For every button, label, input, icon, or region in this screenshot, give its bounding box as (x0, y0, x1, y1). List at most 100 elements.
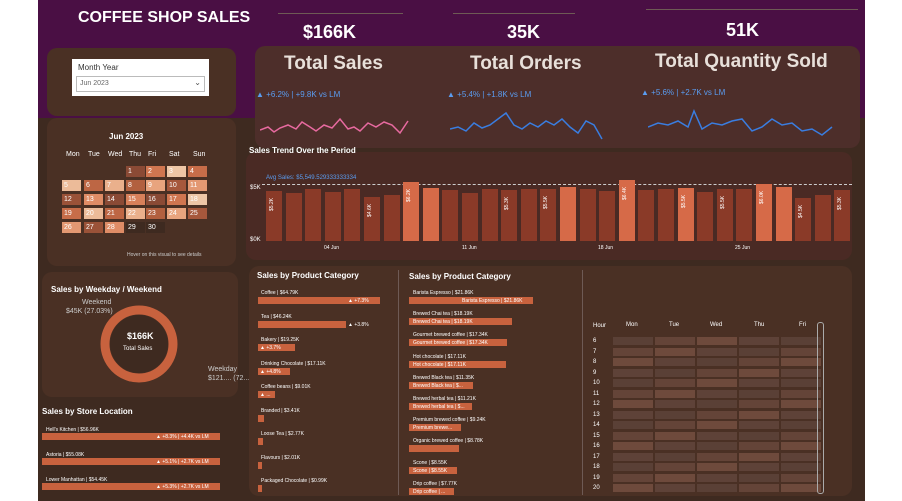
heatmap-cell[interactable] (739, 431, 779, 440)
heatmap-cell[interactable] (739, 347, 779, 356)
heatmap-cell[interactable] (613, 410, 653, 419)
month-dropdown[interactable]: Jun 2023 ⌄ (76, 76, 205, 92)
heatmap-cell[interactable] (613, 379, 653, 387)
calendar-date-11[interactable]: 11 (188, 180, 207, 191)
heatmap-cell[interactable] (697, 442, 737, 450)
heatmap-cell[interactable] (739, 358, 779, 366)
heatmap-cell[interactable] (781, 389, 821, 398)
trend-bar[interactable] (422, 187, 439, 241)
heatmap-cell[interactable] (613, 358, 653, 366)
trend-bar[interactable] (638, 190, 655, 241)
heatmap-cell[interactable] (613, 463, 653, 471)
heatmap-cell[interactable] (613, 473, 653, 482)
heatmap-cell[interactable] (613, 431, 653, 440)
heatmap-cell[interactable] (739, 484, 779, 492)
heatmap-cell[interactable] (781, 410, 821, 419)
calendar-date-30[interactable]: 30 (146, 222, 165, 233)
heatmap-cell[interactable] (655, 452, 695, 461)
calendar-date-16[interactable]: 16 (146, 194, 165, 205)
heatmap-cell[interactable] (655, 347, 695, 356)
heatmap-cell[interactable] (613, 442, 653, 450)
heatmap-cell[interactable] (655, 379, 695, 387)
heatmap-cell[interactable] (781, 347, 821, 356)
calendar-date-13[interactable]: 13 (84, 194, 103, 205)
trend-bar[interactable] (383, 195, 400, 241)
heatmap-cell[interactable] (739, 389, 779, 398)
calendar-date-22[interactable]: 22 (126, 208, 145, 219)
heatmap-cell[interactable] (655, 358, 695, 366)
calendar-date-17[interactable]: 17 (167, 194, 186, 205)
trend-bar[interactable] (520, 188, 537, 241)
trend-bar[interactable] (462, 193, 478, 241)
trend-bar[interactable] (324, 192, 341, 241)
calendar-date-21[interactable]: 21 (105, 208, 124, 219)
heatmap-cell[interactable] (697, 452, 737, 461)
heatmap-cell[interactable] (697, 484, 737, 492)
heatmap-cell[interactable] (781, 463, 821, 471)
trend-bar[interactable] (697, 192, 714, 241)
calendar-date-27[interactable]: 27 (84, 222, 103, 233)
heatmap-cell[interactable] (739, 421, 779, 429)
calendar-date-3[interactable]: 3 (167, 166, 186, 177)
heatmap-cell[interactable] (655, 400, 695, 408)
calendar-date-10[interactable]: 10 (167, 180, 186, 191)
heatmap-cell[interactable] (697, 400, 737, 408)
category-bar[interactable] (258, 414, 265, 422)
heatmap-cell[interactable] (739, 368, 779, 377)
calendar-date-15[interactable]: 15 (126, 194, 145, 205)
trend-bar[interactable] (736, 188, 753, 241)
heatmap-scrollbar[interactable] (817, 322, 824, 494)
heatmap-cell[interactable] (697, 463, 737, 471)
calendar-date-18[interactable]: 18 (188, 194, 207, 205)
heatmap-cell[interactable] (655, 463, 695, 471)
heatmap-cell[interactable] (613, 421, 653, 429)
heatmap-cell[interactable] (739, 473, 779, 482)
heatmap-cell[interactable] (697, 389, 737, 398)
trend-bar[interactable] (344, 188, 361, 241)
heatmap-cell[interactable] (781, 368, 821, 377)
heatmap-cell[interactable] (613, 484, 653, 492)
heatmap-cell[interactable] (739, 337, 779, 345)
heatmap-cell[interactable] (697, 410, 737, 419)
calendar-date-19[interactable]: 19 (62, 208, 81, 219)
category-bar[interactable] (258, 438, 263, 445)
heatmap-cell[interactable] (739, 379, 779, 387)
heatmap-cell[interactable] (781, 400, 821, 408)
heatmap-cell[interactable] (613, 337, 653, 345)
trend-bar[interactable] (658, 188, 674, 241)
calendar-date-24[interactable]: 24 (167, 208, 186, 219)
calendar-date-2[interactable]: 2 (146, 166, 165, 177)
heatmap-cell[interactable] (781, 421, 821, 429)
heatmap-cell[interactable] (781, 358, 821, 366)
heatmap-cell[interactable] (697, 421, 737, 429)
calendar-date-1[interactable]: 1 (126, 166, 145, 177)
heatmap-cell[interactable] (655, 473, 695, 482)
calendar-date-12[interactable]: 12 (62, 194, 81, 205)
heatmap-cell[interactable] (697, 473, 737, 482)
trend-bar[interactable] (442, 190, 459, 241)
heatmap-cell[interactable] (613, 389, 653, 398)
heatmap-cell[interactable] (781, 473, 821, 482)
heatmap-cell[interactable] (781, 431, 821, 440)
category-bar[interactable] (258, 320, 346, 328)
calendar-date-7[interactable]: 7 (105, 180, 124, 191)
trend-bar[interactable] (775, 186, 792, 241)
heatmap-cell[interactable] (781, 484, 821, 492)
calendar-date-14[interactable]: 14 (105, 194, 124, 205)
heatmap-cell[interactable] (655, 484, 695, 492)
heatmap-cell[interactable] (613, 400, 653, 408)
heatmap-cell[interactable] (739, 442, 779, 450)
heatmap-cell[interactable] (781, 442, 821, 450)
trend-bar[interactable] (481, 189, 498, 241)
calendar-date-25[interactable]: 25 (188, 208, 207, 219)
heatmap-cell[interactable] (697, 379, 737, 387)
heatmap-cell[interactable] (655, 389, 695, 398)
calendar-date-26[interactable]: 26 (62, 222, 81, 233)
calendar-date-4[interactable]: 4 (188, 166, 207, 177)
heatmap-cell[interactable] (697, 368, 737, 377)
calendar-date-5[interactable]: 5 (62, 180, 81, 191)
calendar-date-8[interactable]: 8 (126, 180, 145, 191)
heatmap-cell[interactable] (739, 452, 779, 461)
heatmap-cell[interactable] (655, 431, 695, 440)
trend-bar[interactable] (599, 191, 616, 241)
